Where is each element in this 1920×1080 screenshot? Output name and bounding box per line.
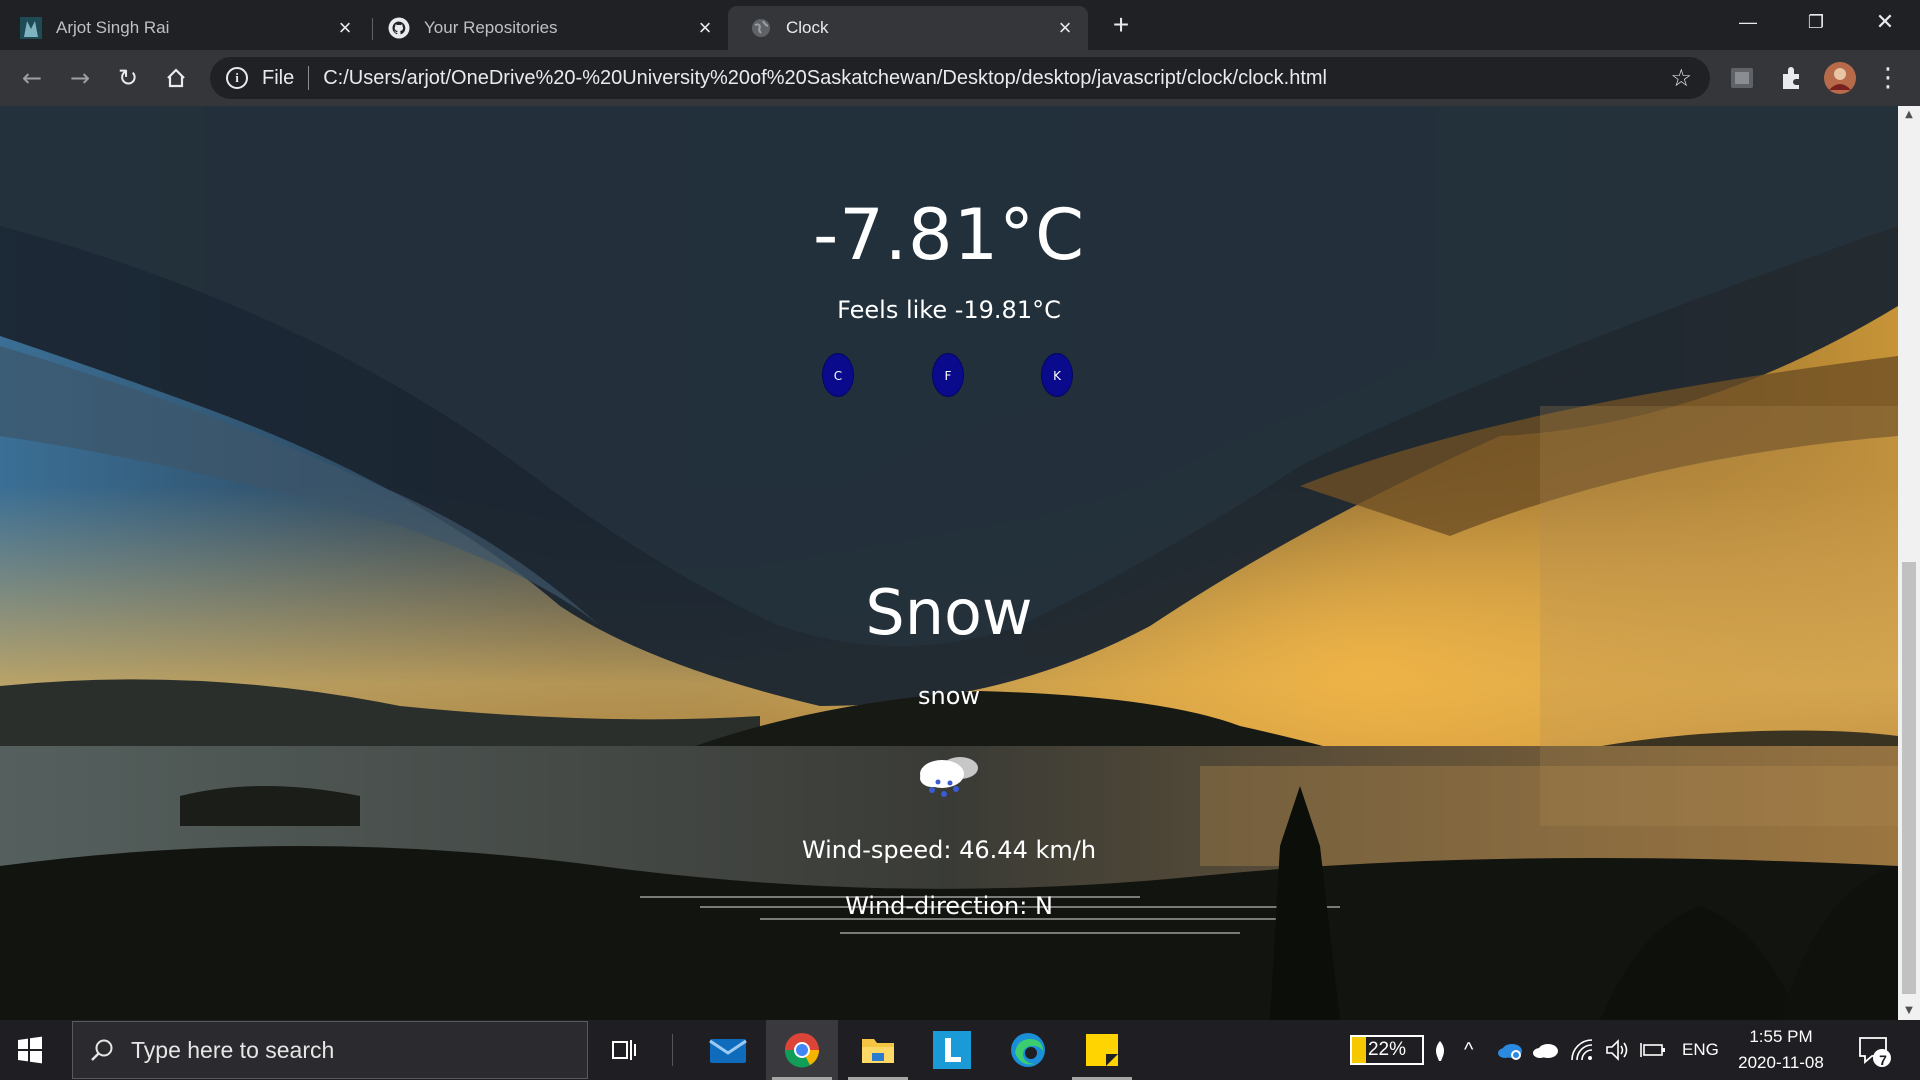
windows-taskbar: Type here to search 22% ^ ENG 1:55 PM 20… bbox=[0, 1020, 1920, 1080]
l-app-icon bbox=[933, 1031, 971, 1069]
scrollbar-thumb[interactable] bbox=[1902, 562, 1916, 994]
onedrive-cloud-icon[interactable] bbox=[1532, 1040, 1560, 1060]
mail-icon bbox=[709, 1039, 747, 1063]
more-menu-icon[interactable]: ⋮ bbox=[1870, 60, 1906, 96]
browser-toolbar: ← → ↻ i File C:/Users/arjot/OneDrive%20-… bbox=[0, 50, 1920, 106]
forward-arrow-icon[interactable]: → bbox=[62, 60, 98, 96]
snow-cloud-icon bbox=[920, 757, 978, 797]
close-tab-icon[interactable]: × bbox=[1050, 15, 1080, 41]
celsius-button[interactable]: C bbox=[822, 353, 854, 397]
address-bar[interactable]: i File C:/Users/arjot/OneDrive%20-%20Uni… bbox=[210, 57, 1710, 99]
scroll-down-arrow-icon[interactable]: ▼ bbox=[1898, 1002, 1920, 1020]
unit-toggle-group: C F K bbox=[822, 353, 1074, 397]
task-view-icon bbox=[612, 1040, 636, 1060]
page-viewport: -7.81°C Feels like -19.81°C C F K Snow s… bbox=[0, 106, 1898, 1020]
fahrenheit-button[interactable]: F bbox=[932, 353, 964, 397]
page-scrollbar[interactable]: ▲ ▼ bbox=[1898, 106, 1920, 1020]
scroll-up-arrow-icon[interactable]: ▲ bbox=[1898, 106, 1920, 124]
search-icon bbox=[91, 1039, 113, 1061]
close-tab-icon[interactable]: × bbox=[690, 15, 720, 41]
url-text[interactable]: C:/Users/arjot/OneDrive%20-%20University… bbox=[323, 67, 1670, 90]
back-arrow-icon[interactable]: ← bbox=[14, 60, 50, 96]
chrome-app-button[interactable] bbox=[766, 1020, 838, 1080]
new-tab-button[interactable]: + bbox=[1106, 10, 1136, 40]
close-window-icon[interactable]: ✕ bbox=[1855, 6, 1915, 38]
tab-title: Your Repositories bbox=[424, 18, 558, 37]
onedrive-business-icon[interactable] bbox=[1496, 1038, 1524, 1062]
sticky-notes-button[interactable] bbox=[1066, 1020, 1138, 1080]
folder-icon bbox=[862, 1039, 894, 1063]
weather-panel: -7.81°C Feels like -19.81°C C F K Snow s… bbox=[0, 106, 1898, 1020]
sticky-notes-icon bbox=[1086, 1034, 1118, 1066]
tab-your-repositories[interactable]: Your Repositories × bbox=[370, 6, 728, 50]
kelvin-button[interactable]: K bbox=[1041, 353, 1073, 397]
file-explorer-button[interactable] bbox=[842, 1020, 914, 1080]
reload-icon[interactable]: ↻ bbox=[110, 60, 146, 96]
search-placeholder: Type here to search bbox=[131, 1036, 335, 1063]
close-tab-icon[interactable]: × bbox=[330, 15, 360, 41]
edge-app-button[interactable] bbox=[992, 1020, 1064, 1080]
show-hidden-icons-chevron-icon[interactable]: ^ bbox=[1464, 1020, 1473, 1080]
clock-date: 2020-11-08 bbox=[1738, 1053, 1824, 1072]
battery-indicator[interactable]: 22% bbox=[1350, 1035, 1424, 1065]
pen-icon[interactable] bbox=[1432, 1040, 1448, 1062]
power-plug-battery-icon[interactable] bbox=[1640, 1042, 1666, 1058]
tab-strip: Arjot Singh Rai × Your Repositories × Cl… bbox=[0, 0, 1920, 50]
clock-time: 1:55 PM bbox=[1749, 1027, 1813, 1046]
minimize-icon[interactable]: — bbox=[1718, 6, 1778, 38]
home-icon[interactable] bbox=[158, 60, 194, 96]
volume-icon[interactable] bbox=[1604, 1038, 1630, 1062]
language-indicator[interactable]: ENG bbox=[1682, 1020, 1719, 1080]
extensions-puzzle-icon[interactable] bbox=[1777, 64, 1805, 92]
temperature-value: -7.81°C bbox=[813, 194, 1085, 276]
info-icon[interactable]: i bbox=[226, 67, 248, 89]
l-app-button[interactable] bbox=[916, 1020, 988, 1080]
taskbar-search-input[interactable]: Type here to search bbox=[72, 1021, 588, 1079]
edge-icon bbox=[1011, 1033, 1045, 1067]
bookmark-star-icon[interactable]: ☆ bbox=[1670, 64, 1692, 93]
tab-title: Arjot Singh Rai bbox=[56, 18, 170, 37]
restore-icon[interactable]: ❐ bbox=[1786, 6, 1846, 38]
weather-condition: Snow bbox=[865, 576, 1033, 649]
profile-favicon bbox=[20, 17, 42, 39]
windows-start-icon[interactable] bbox=[14, 1034, 46, 1066]
mail-app-button[interactable] bbox=[692, 1020, 764, 1080]
extension-square-icon[interactable] bbox=[1728, 64, 1756, 92]
wind-direction-text: Wind-direction: N bbox=[845, 892, 1053, 920]
tab-clock[interactable]: Clock × bbox=[728, 6, 1088, 50]
wind-speed-text: Wind-speed: 46.44 km/h bbox=[801, 836, 1097, 864]
weather-description: snow bbox=[917, 682, 981, 710]
tab-arjot-singh-rai[interactable]: Arjot Singh Rai × bbox=[0, 6, 368, 50]
file-scheme-label: File bbox=[262, 66, 295, 89]
profile-avatar[interactable] bbox=[1824, 62, 1856, 94]
feels-like-text: Feels like -19.81°C bbox=[837, 296, 1061, 324]
task-view-button[interactable] bbox=[588, 1020, 660, 1080]
tab-title: Clock bbox=[786, 18, 829, 37]
globe-icon bbox=[752, 19, 770, 37]
chrome-icon bbox=[784, 1033, 819, 1068]
wifi-icon[interactable] bbox=[1570, 1038, 1596, 1062]
system-clock[interactable]: 1:55 PM 2020-11-08 bbox=[1726, 1024, 1836, 1076]
taskbar-divider bbox=[672, 1034, 673, 1066]
github-icon bbox=[388, 17, 410, 39]
notification-count-badge: 7 bbox=[1879, 1052, 1887, 1068]
address-divider bbox=[308, 66, 310, 90]
